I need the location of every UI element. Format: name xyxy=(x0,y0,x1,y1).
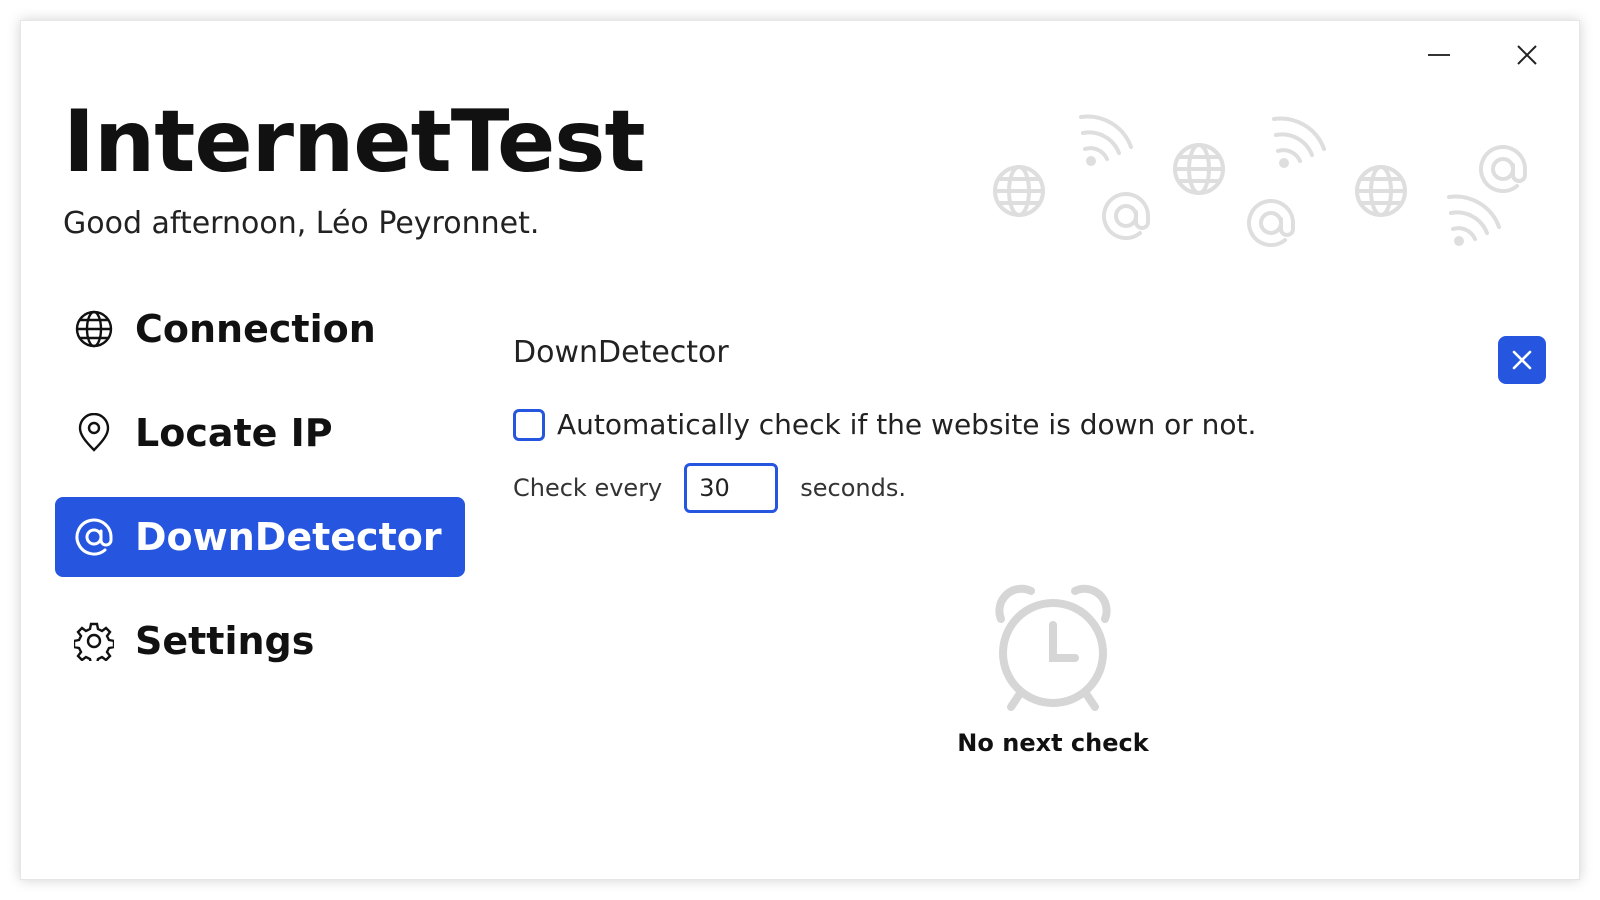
minimize-icon xyxy=(1428,54,1450,56)
wifi-icon xyxy=(1079,114,1133,166)
nav-item-downdetector[interactable]: DownDetector xyxy=(55,497,465,577)
check-every-label: Check every xyxy=(513,474,663,502)
nav-item-label: DownDetector xyxy=(135,515,442,559)
nav-item-label: Connection xyxy=(135,307,376,351)
nav-item-connection[interactable]: Connection xyxy=(55,289,465,369)
wifi-icon xyxy=(1447,194,1501,246)
nav-item-label: Locate IP xyxy=(135,411,333,455)
interval-input[interactable] xyxy=(684,463,779,513)
interval-row: Check every seconds. xyxy=(513,463,1549,513)
close-window-button[interactable] xyxy=(1503,35,1551,75)
at-sign-icon xyxy=(1102,192,1150,241)
auto-check-row: Automatically check if the website is do… xyxy=(513,408,1549,441)
sidebar-nav: Connection Locate IP DownDetector Settin… xyxy=(55,289,465,705)
wifi-icon xyxy=(1272,116,1326,168)
section-title: DownDetector xyxy=(513,335,729,370)
globe-icon xyxy=(1355,165,1407,217)
gear-icon xyxy=(73,620,115,662)
at-sign-icon xyxy=(1479,145,1527,194)
greeting-text: Good afternoon, Léo Peyronnet. xyxy=(63,206,540,241)
next-check-status: No next check xyxy=(953,583,1153,757)
at-sign-icon xyxy=(73,516,115,558)
close-panel-button[interactable] xyxy=(1498,336,1546,384)
nav-item-settings[interactable]: Settings xyxy=(55,601,465,681)
status-text: No next check xyxy=(957,729,1149,757)
alarm-clock-icon xyxy=(995,584,1111,711)
minimize-button[interactable] xyxy=(1415,35,1463,75)
downdetector-panel: DownDetector Automatically check if the … xyxy=(513,321,1549,757)
auto-check-label[interactable]: Automatically check if the website is do… xyxy=(557,408,1256,441)
app-window: InternetTest Good afternoon, Léo Peyronn… xyxy=(20,20,1580,880)
location-pin-icon xyxy=(73,412,115,454)
seconds-label: seconds. xyxy=(800,474,906,502)
nav-item-label: Settings xyxy=(135,619,315,663)
nav-item-locate-ip[interactable]: Locate IP xyxy=(55,393,465,473)
window-controls xyxy=(1415,35,1551,75)
globe-icon xyxy=(73,308,115,350)
decorative-background-icons xyxy=(993,114,1527,248)
auto-check-checkbox[interactable] xyxy=(513,408,545,441)
close-icon xyxy=(1512,350,1532,370)
at-sign-icon xyxy=(1247,199,1295,248)
close-icon xyxy=(1517,45,1537,65)
app-title: InternetTest xyxy=(63,92,646,192)
globe-icon xyxy=(1173,143,1225,195)
globe-icon xyxy=(993,165,1045,217)
